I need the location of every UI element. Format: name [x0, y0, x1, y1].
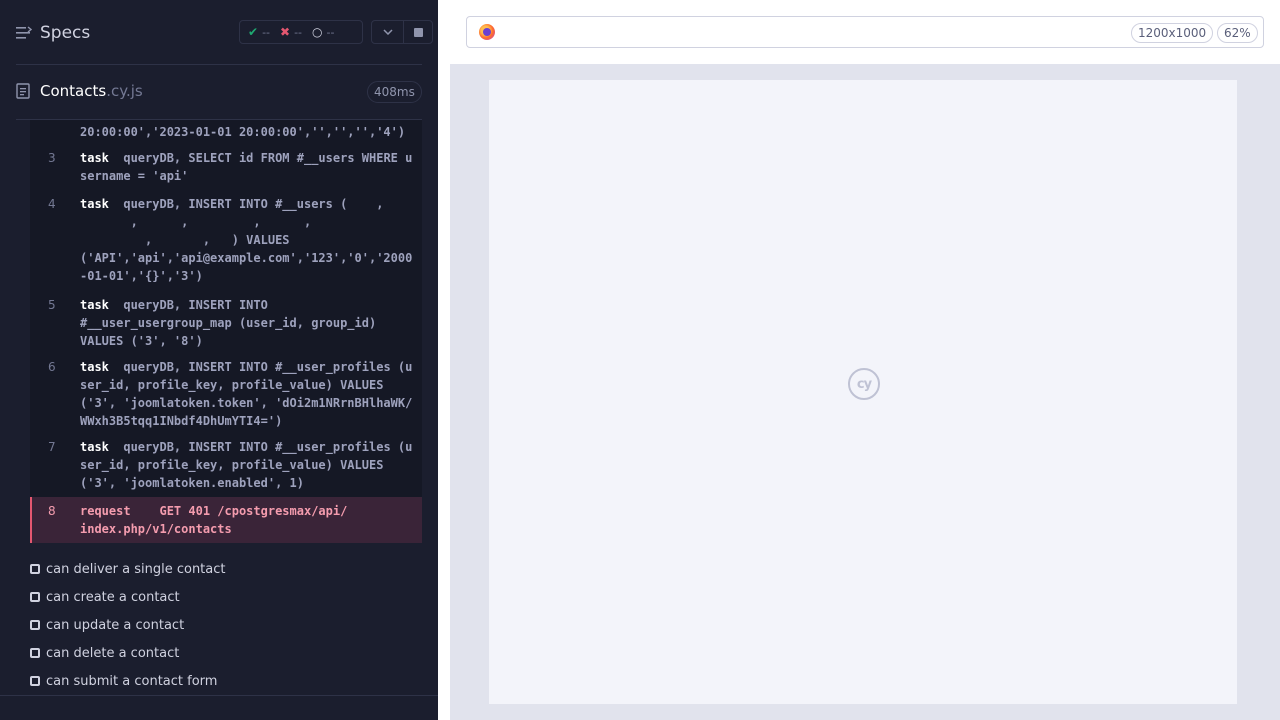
- test-stats: ✔ -- ✖ -- ○ --: [239, 20, 363, 44]
- test-item[interactable]: can delete a contact: [30, 643, 422, 663]
- cross-icon: ✖: [280, 25, 291, 39]
- divider: [0, 695, 438, 696]
- test-item[interactable]: can update a contact: [30, 615, 422, 635]
- viewport-size-badge[interactable]: 1200x1000: [1131, 23, 1214, 43]
- reporter-panel: Specs ✔ -- ✖ -- ○ -- Contacts.cy.js 408m…: [0, 0, 438, 720]
- pending-test-icon: [30, 676, 40, 686]
- pending-test-icon: [30, 620, 40, 630]
- url-bar[interactable]: 1200x1000 62%: [466, 16, 1264, 48]
- zoom-badge[interactable]: 62%: [1217, 23, 1258, 43]
- spinner-icon: ○: [312, 25, 323, 39]
- pending-test-icon: [30, 592, 40, 602]
- document-icon: [16, 83, 30, 99]
- command-log: 20:00:00','2023-01-01 20:00:00','','',''…: [30, 120, 422, 543]
- stop-icon: [413, 27, 423, 37]
- cypress-runner: Specs ✔ -- ✖ -- ○ -- Contacts.cy.js 408m…: [0, 0, 1280, 720]
- specs-toggle-button[interactable]: Specs: [16, 20, 90, 46]
- command-row-failed[interactable]: 8 request GET 401 /cpostgresmax/api/ ind…: [30, 497, 422, 543]
- spec-file-name[interactable]: Contacts.cy.js: [40, 82, 143, 100]
- test-item[interactable]: can submit a contact form: [30, 671, 422, 691]
- options-dropdown-button[interactable]: [371, 20, 404, 44]
- pending-test-icon: [30, 648, 40, 658]
- check-icon: ✔: [248, 25, 259, 39]
- test-item[interactable]: can deliver a single contact: [30, 559, 422, 579]
- stop-button[interactable]: [403, 20, 433, 44]
- pending-test-icon: [30, 564, 40, 574]
- passed-count: ✔ --: [248, 25, 271, 39]
- spec-header: Contacts.cy.js 408ms: [0, 64, 438, 120]
- firefox-icon[interactable]: [479, 24, 495, 40]
- pending-count: ○ --: [312, 25, 335, 39]
- aut-iframe[interactable]: cy: [489, 80, 1237, 704]
- chevron-down-icon: [382, 29, 393, 35]
- failed-count: ✖ --: [280, 25, 303, 39]
- test-item[interactable]: can create a contact: [30, 587, 422, 607]
- cypress-logo-icon: cy: [848, 368, 880, 400]
- reporter-header: Specs ✔ -- ✖ -- ○ --: [0, 0, 438, 64]
- panel-resize-handle[interactable]: [438, 64, 450, 720]
- sidebar-list-icon: [16, 26, 32, 39]
- spec-duration: 408ms: [367, 81, 422, 103]
- specs-label: Specs: [40, 23, 91, 43]
